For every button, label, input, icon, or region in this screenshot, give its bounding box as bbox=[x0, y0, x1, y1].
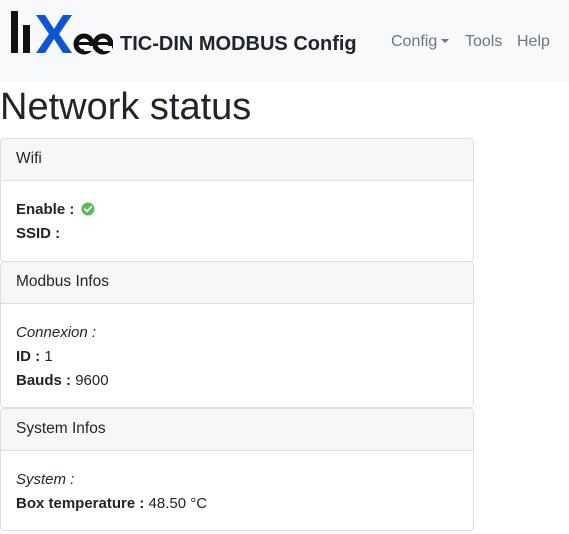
nav-config-dropdown[interactable]: Config bbox=[391, 33, 450, 51]
modbus-id-label: ID : bbox=[16, 348, 41, 365]
nav-help-link[interactable]: Help bbox=[517, 33, 550, 51]
system-card-body: System : Box temperature : 48.50 °C bbox=[1, 451, 473, 516]
system-row: System : bbox=[16, 468, 458, 492]
nav-tools-link[interactable]: Tools bbox=[465, 33, 502, 51]
wifi-card-header: Wifi bbox=[1, 139, 473, 181]
box-temperature-row: Box temperature : 48.50 °C bbox=[16, 492, 458, 516]
modbus-card-body: Connexion : ID : 1 Bauds : 9600 bbox=[1, 304, 473, 393]
lixee-logo[interactable] bbox=[9, 11, 113, 55]
nav-config-label: Config bbox=[391, 33, 438, 50]
top-navbar: TIC-DIN MODBUS Config Config Tools Help bbox=[0, 0, 569, 82]
system-card: System Infos System : Box temperature : … bbox=[0, 408, 474, 531]
modbus-id-value: 1 bbox=[44, 348, 53, 365]
box-temperature-value: 48.50 °C bbox=[148, 495, 208, 512]
wifi-enable-label: Enable : bbox=[16, 201, 75, 218]
modbus-card: Modbus Infos Connexion : ID : 1 Bauds : … bbox=[0, 261, 474, 408]
wifi-enable-row: Enable : bbox=[16, 198, 458, 222]
modbus-bauds-row: Bauds : 9600 bbox=[16, 369, 458, 393]
modbus-id-row: ID : 1 bbox=[16, 345, 458, 369]
wifi-ssid-label: SSID : bbox=[16, 225, 61, 242]
caret-down-icon bbox=[441, 39, 450, 43]
check-circle-icon bbox=[81, 202, 95, 216]
wifi-ssid-row: SSID : bbox=[16, 222, 458, 246]
brand-title[interactable]: TIC-DIN MODBUS Config bbox=[120, 33, 357, 56]
modbus-bauds-label: Bauds : bbox=[16, 372, 72, 389]
modbus-connexion-label: Connexion : bbox=[16, 324, 97, 341]
modbus-connexion-row: Connexion : bbox=[16, 321, 458, 345]
system-label: System : bbox=[16, 471, 75, 488]
wifi-card: Wifi Enable : SSID : bbox=[0, 138, 474, 262]
modbus-card-header: Modbus Infos bbox=[1, 262, 473, 304]
system-card-header: System Infos bbox=[1, 409, 473, 451]
page-title: Network status bbox=[0, 86, 252, 128]
box-temperature-label: Box temperature : bbox=[16, 495, 145, 512]
modbus-bauds-value: 9600 bbox=[75, 372, 109, 389]
wifi-card-body: Enable : SSID : bbox=[1, 181, 473, 246]
